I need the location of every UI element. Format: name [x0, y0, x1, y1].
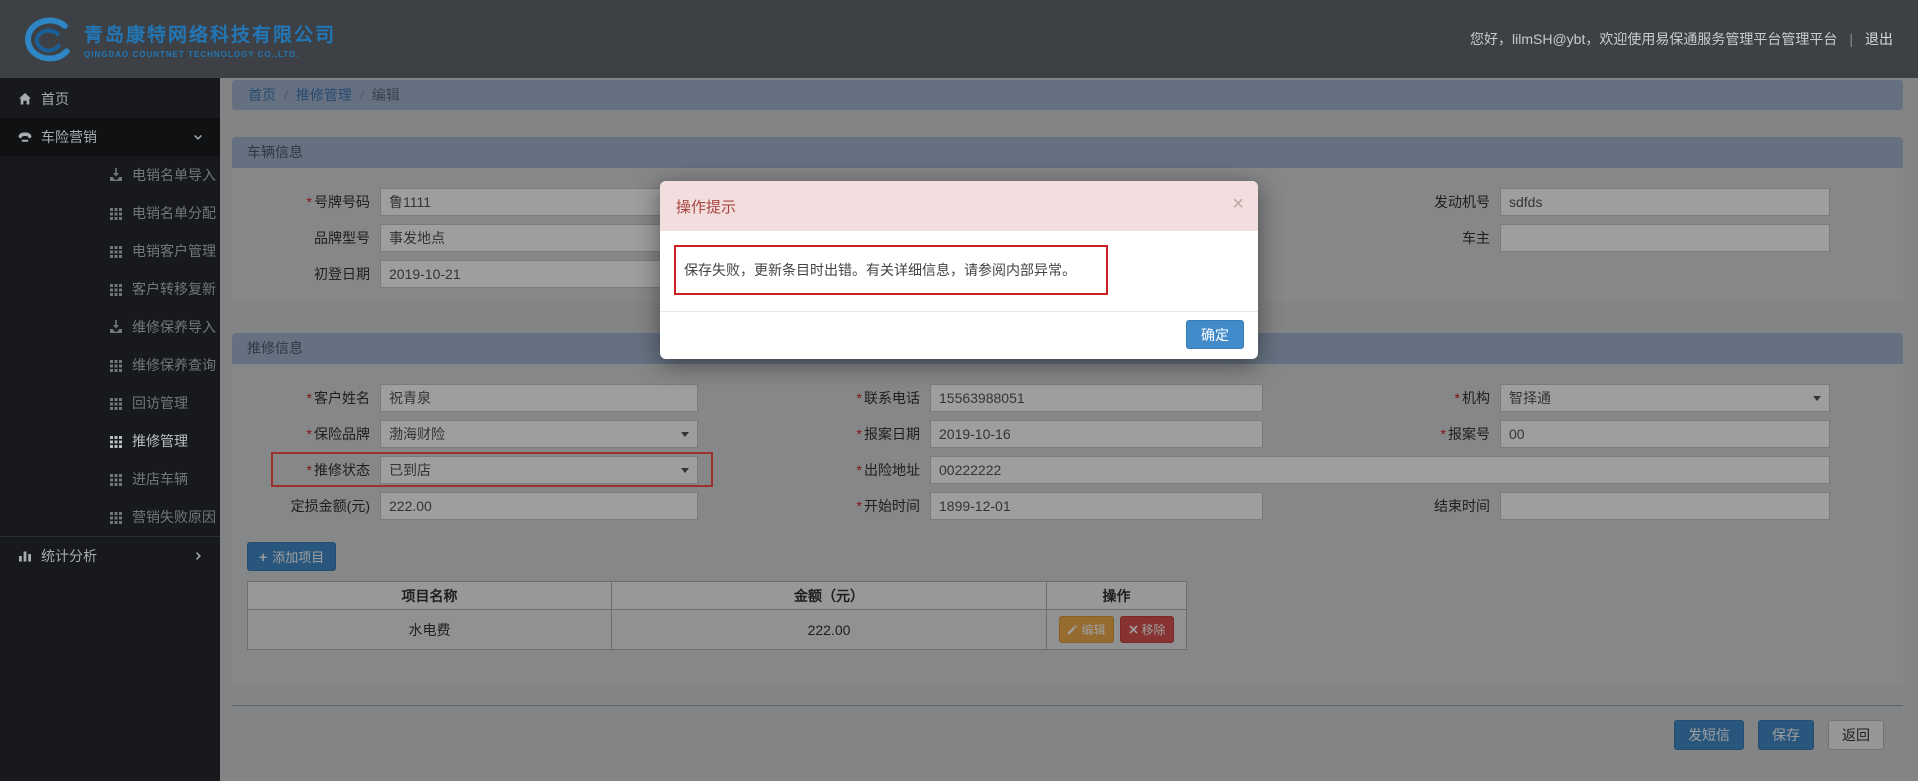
modal-header: 操作提示 × [660, 181, 1258, 231]
sidebar-item-maintenance-import[interactable]: 维修保养导入 [0, 308, 220, 346]
alert-modal: 操作提示 × 保存失败，更新条目时出错。有关详细信息，请参阅内部异常。 确定 [660, 181, 1258, 359]
modal-body: 保存失败，更新条目时出错。有关详细信息，请参阅内部异常。 [660, 231, 1258, 311]
close-icon[interactable]: × [1232, 194, 1244, 214]
brand-name-cn: 青岛康特网络科技有限公司 [84, 24, 337, 46]
modal-footer: 确定 [660, 311, 1258, 359]
sidebar-item-marketing-fail-reason[interactable]: 营销失败原因 [0, 498, 220, 536]
sidebar-item-telesales-list-assign[interactable]: 电销名单分配 [0, 194, 220, 232]
home-icon [19, 93, 31, 105]
import-icon [110, 168, 122, 181]
import-icon [110, 320, 122, 333]
sidebar-item-revisit-mgmt[interactable]: 回访管理 [0, 384, 220, 422]
sidebar-item-instore-vehicles[interactable]: 进店车辆 [0, 460, 220, 498]
grid-icon [110, 436, 122, 448]
sidebar-item-home[interactable]: 首页 [0, 80, 220, 118]
grid-icon [110, 398, 122, 410]
sidebar-item-telesales-list-import[interactable]: 电销名单导入 [0, 156, 220, 194]
sidebar-item-repair-referral-mgmt[interactable]: 推修管理 [0, 422, 220, 460]
grid-icon [110, 284, 122, 296]
sidebar-item-auto-insurance-marketing[interactable]: 车险营销 [0, 118, 220, 156]
sidebar: 首页 车险营销 电销名单导入 电销名单分配 电销客户管理 客户转移复新 维修保养… [0, 78, 220, 781]
grid-icon [110, 360, 122, 372]
sidebar-item-telesales-customer-mgmt[interactable]: 电销客户管理 [0, 232, 220, 270]
top-navbar: 青岛康特网络科技有限公司 QINGDAO COUNTNET TECHNOLOGY… [0, 0, 1918, 78]
sidebar-item-maintenance-query[interactable]: 维修保养查询 [0, 346, 220, 384]
chevron-right-icon [195, 551, 201, 560]
grid-icon [110, 246, 122, 258]
confirm-button[interactable]: 确定 [1186, 320, 1244, 349]
phone-icon [18, 132, 32, 142]
grid-icon [110, 208, 122, 220]
logout-link[interactable]: 退出 [1865, 29, 1893, 49]
sidebar-item-statistics[interactable]: 统计分析 [0, 536, 220, 574]
grid-icon [110, 512, 122, 524]
sidebar-item-customer-transfer-renew[interactable]: 客户转移复新 [0, 270, 220, 308]
modal-title: 操作提示 [676, 198, 737, 216]
nav-divider: | [1849, 31, 1853, 47]
user-greeting: 您好，lilmSH@ybt，欢迎使用易保通服务管理平台管理平台 [1470, 31, 1838, 47]
brand-name-en: QINGDAO COUNTNET TECHNOLOGY CO.,LTD. [84, 49, 300, 59]
error-message-box: 保存失败，更新条目时出错。有关详细信息，请参阅内部异常。 [674, 245, 1108, 295]
chevron-down-icon [194, 134, 202, 140]
brand-logo: 青岛康特网络科技有限公司 QINGDAO COUNTNET TECHNOLOGY… [0, 16, 336, 63]
bar-chart-icon [19, 551, 31, 561]
grid-icon [110, 474, 122, 486]
company-logo-icon [25, 17, 70, 61]
